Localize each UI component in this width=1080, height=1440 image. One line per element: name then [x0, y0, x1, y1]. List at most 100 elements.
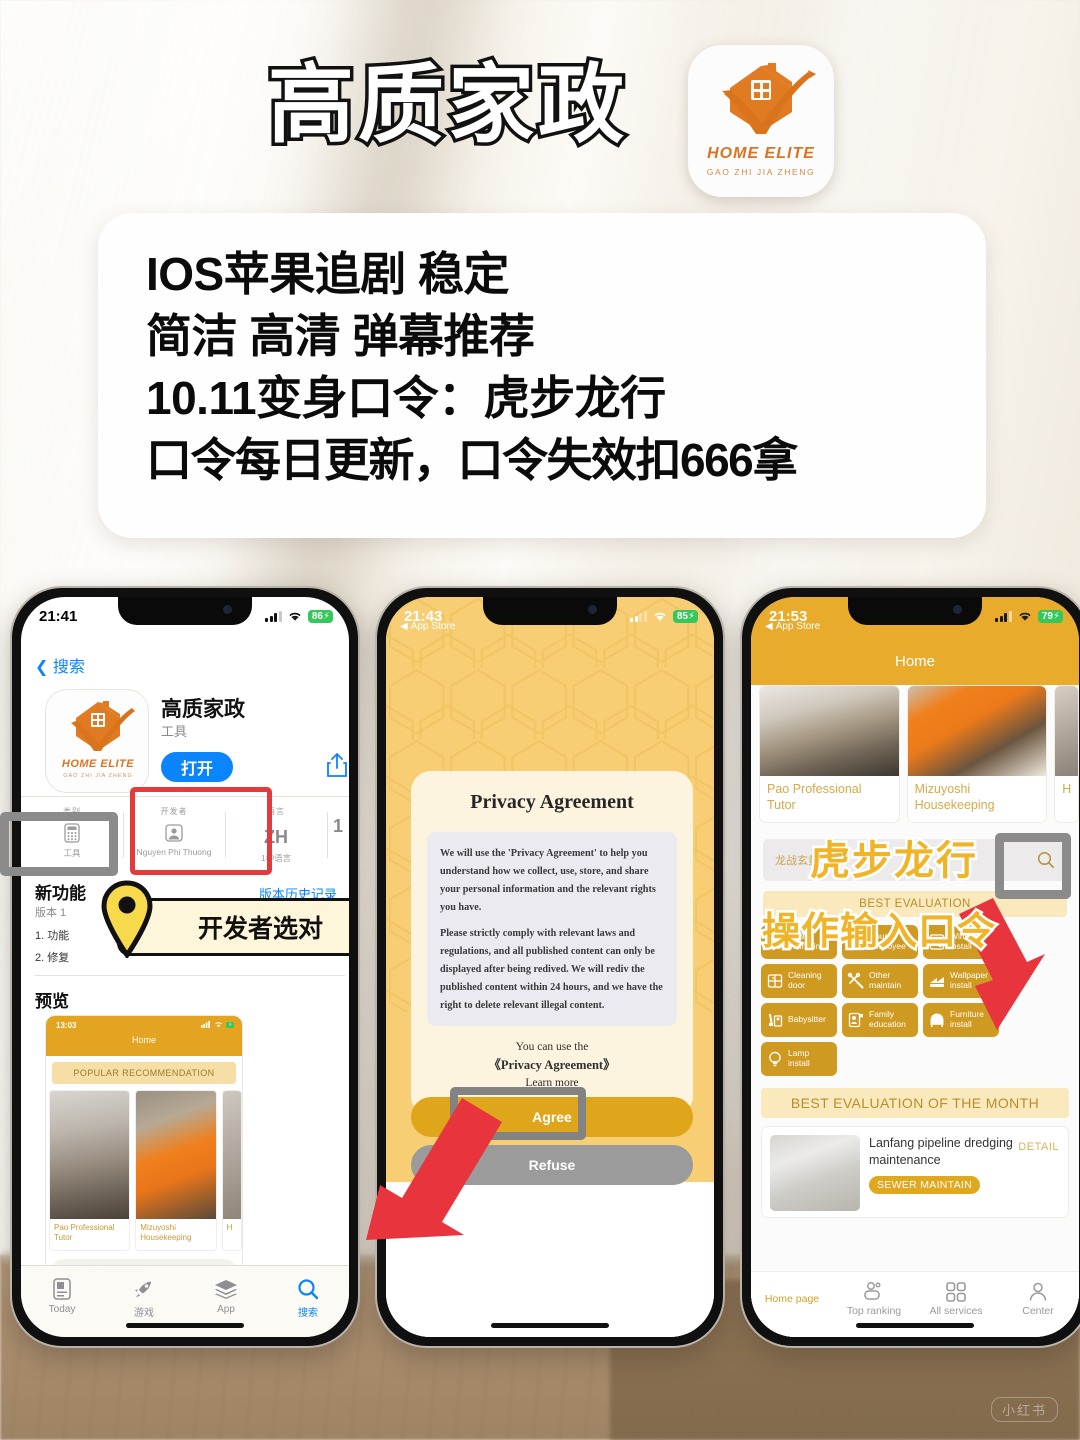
- home-indicator: [126, 1323, 244, 1328]
- list-item[interactable]: Mizuyoshi Housekeeping: [906, 685, 1048, 824]
- card-image: [136, 1091, 216, 1219]
- babysitter-icon: [769, 1014, 783, 1027]
- wifi-icon: [1019, 612, 1031, 621]
- recommendation-list: Pao Professional Tutor Mizuyoshi Houseke…: [751, 685, 1079, 824]
- app-category: 工具: [161, 724, 188, 739]
- note-line-1: 1. 功能: [35, 930, 70, 942]
- item-thumbnail: [770, 1135, 860, 1212]
- chip-line-2: education: [869, 1019, 906, 1030]
- tab-all-services[interactable]: All services: [915, 1280, 997, 1317]
- card-caption: Mizuyoshi Housekeeping: [914, 782, 995, 812]
- back-to-appstore-button[interactable]: ◀ App Store: [765, 621, 820, 632]
- overlay-instruction-text: 操作输入口令: [759, 909, 997, 956]
- tab-today[interactable]: Today: [21, 1276, 103, 1315]
- overlay-password-text: 虎步龙行: [808, 837, 979, 886]
- card-image: [1055, 686, 1078, 776]
- privacy-paragraph-2: Please strictly comply with relevant law…: [440, 928, 663, 1011]
- privacy-paragraph-1: We will use the 'Privacy Agreement' to h…: [440, 848, 656, 913]
- furniture-icon: [930, 1013, 944, 1028]
- preview-banner: POPULAR RECOMMENDATION: [52, 1062, 236, 1084]
- list-item[interactable]: H: [221, 1090, 242, 1251]
- card-caption: H: [226, 1223, 233, 1232]
- tab-app[interactable]: App: [185, 1276, 267, 1315]
- battery-badge: 79⚡: [1037, 609, 1063, 623]
- card-caption: Pao Professional Tutor: [54, 1223, 115, 1243]
- today-icon: [21, 1276, 103, 1302]
- service-chip-other-maintain[interactable]: Other maintain: [842, 964, 918, 999]
- promo-line-2: 简洁 高清 弹幕推荐: [146, 310, 535, 363]
- watermark: 小红书: [990, 1397, 1058, 1422]
- front-camera-icon: [588, 605, 597, 614]
- tab-center[interactable]: Center: [997, 1280, 1079, 1317]
- nav-title: Home: [894, 653, 935, 670]
- preview-nav-title: Home: [131, 1035, 156, 1045]
- list-item[interactable]: Pao Professional Tutor: [759, 685, 900, 824]
- best-evaluation-item[interactable]: Lanfang pipeline dredging maintenance SE…: [761, 1126, 1069, 1219]
- promo-line-3: 10.11变身口令：虎步龙行: [146, 372, 666, 425]
- grid-icon: [915, 1280, 997, 1304]
- tab-top-ranking[interactable]: Top ranking: [833, 1280, 915, 1317]
- privacy-agreement-link[interactable]: 《Privacy Agreement》: [488, 1058, 615, 1072]
- list-item[interactable]: H: [1054, 685, 1079, 824]
- preview-navbar: 13:03 ⚡ Home: [46, 1016, 242, 1056]
- chip-line-2: door: [788, 980, 806, 991]
- back-label: App Store: [410, 621, 456, 632]
- app-icon[interactable]: HOME ELITE GAO ZHI JIA ZHENG: [45, 689, 149, 793]
- promo-line-4: 口令每日更新，口令失效扣666拿: [146, 434, 798, 487]
- rocket-icon: [103, 1276, 185, 1302]
- service-chip-family-education[interactable]: Family education: [842, 1003, 918, 1038]
- logo-subtitle: GAO ZHI JIA ZHENG: [706, 167, 816, 177]
- phone1-screen: 21:41 86⚡ ❮ 搜索 HOME ELITE GAO ZHI JIA ZH…: [21, 597, 349, 1337]
- footer-line-1: You can use the: [515, 1040, 589, 1053]
- tab-label: 游戏: [134, 1308, 154, 1319]
- list-item[interactable]: Mizuyoshi Housekeeping: [135, 1090, 217, 1251]
- tab-label: Top ranking: [846, 1305, 902, 1317]
- service-chip-lamp[interactable]: Lamp install: [761, 1042, 837, 1077]
- info-cell-extra[interactable]: 1: [327, 798, 349, 872]
- note-line-2: 2. 修复: [35, 952, 70, 964]
- cellular-icon: [630, 610, 647, 622]
- best-evaluation-banner: BEST EVALUATION OF THE MONTH: [761, 1088, 1069, 1119]
- privacy-title: Privacy Agreement: [470, 791, 634, 813]
- service-chip-cleaning-door[interactable]: Cleaning door: [761, 964, 837, 999]
- card-image: [222, 1091, 241, 1219]
- card-image: [50, 1091, 130, 1219]
- tab-games[interactable]: 游戏: [103, 1276, 185, 1319]
- back-to-search-button[interactable]: ❮ 搜索: [35, 653, 85, 677]
- card-caption: Mizuyoshi Housekeeping: [140, 1223, 192, 1243]
- battery-badge: 86⚡: [307, 609, 333, 623]
- privacy-body: We will use the 'Privacy Agreement' to h…: [427, 832, 677, 1026]
- page-title: 高质家政: [265, 57, 628, 153]
- tab-label: Today: [48, 1304, 76, 1315]
- list-item[interactable]: Pao Professional Tutor: [49, 1090, 131, 1251]
- privacy-agreement-card: Privacy Agreement We will use the 'Priva…: [411, 771, 693, 1116]
- chip-line-1: Babysitter: [788, 1014, 826, 1025]
- phone-notch: [483, 597, 617, 625]
- door-icon: [767, 974, 783, 988]
- person-icon: [997, 1280, 1079, 1304]
- tab-home-page[interactable]: Home page: [751, 1280, 833, 1305]
- preview-time: 13:03: [56, 1021, 77, 1030]
- phone-mockup-appstore: 21:41 86⚡ ❮ 搜索 HOME ELITE GAO ZHI JIA ZH…: [10, 586, 360, 1348]
- page-header: 高质家政 HOME ELITE GAO ZHI JIA ZHENG: [0, 0, 1080, 205]
- share-icon[interactable]: [326, 752, 348, 778]
- phone-notch: [848, 597, 982, 625]
- wifi-icon: [289, 612, 301, 621]
- tab-search[interactable]: 搜索: [267, 1276, 349, 1319]
- open-button[interactable]: 打开: [161, 752, 233, 782]
- home-elite-logo-icon: [71, 701, 135, 751]
- whats-new-title: 新功能: [35, 884, 86, 903]
- service-chip-babysitter[interactable]: Babysitter: [761, 1003, 837, 1038]
- app-logo: HOME ELITE GAO ZHI JIA ZHENG: [688, 45, 834, 197]
- battery-badge: 85⚡: [672, 609, 698, 623]
- detail-link[interactable]: DETAIL: [1018, 1141, 1059, 1153]
- wifi-icon: [654, 612, 666, 621]
- app-preview-screenshot[interactable]: 13:03 ⚡ Home POPULAR RECOMMENDATION Pao …: [45, 1015, 243, 1275]
- app-name: 高质家政: [161, 698, 245, 721]
- app-icon-sub: GAO ZHI JIA ZHENG: [63, 773, 133, 779]
- home-indicator: [856, 1323, 974, 1328]
- chip-line-2: maintain: [869, 980, 902, 991]
- version-line: 版本 1: [35, 907, 67, 919]
- back-to-appstore-button[interactable]: ◀ App Store: [400, 621, 455, 632]
- wallpaper-icon: [930, 977, 944, 988]
